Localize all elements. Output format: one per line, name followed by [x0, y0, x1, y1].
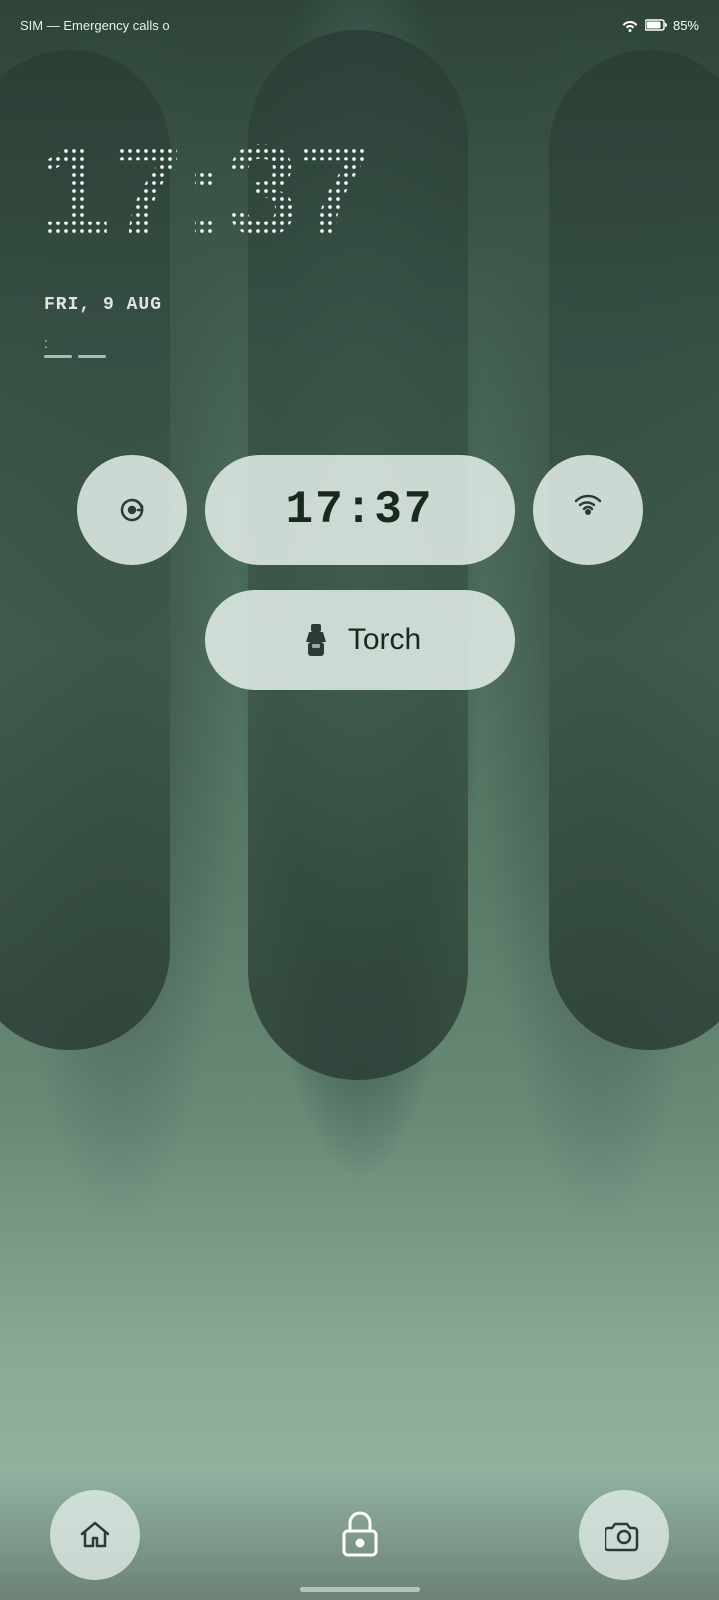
- wifi-icon: [621, 18, 639, 32]
- bottom-bar: [0, 1470, 719, 1600]
- notification-lines: [44, 355, 106, 358]
- home-button[interactable]: [50, 1490, 140, 1580]
- big-clock: 17:37: [38, 115, 371, 265]
- torch-button[interactable]: Torch: [205, 590, 515, 690]
- notif-line-2: [78, 355, 106, 358]
- broadcast-button[interactable]: [533, 455, 643, 565]
- home-icon: [77, 1517, 113, 1553]
- status-right: 85%: [621, 18, 699, 33]
- controls-row: 17:37: [0, 455, 719, 565]
- torch-label: Torch: [348, 623, 421, 657]
- battery-percent: 85%: [673, 18, 699, 33]
- battery-icon: [645, 18, 667, 32]
- flashlight-icon: [298, 622, 334, 658]
- notification-dots: :: [44, 335, 48, 351]
- broadcast-icon: [566, 488, 610, 532]
- sim-status: SIM — Emergency calls o: [20, 18, 170, 33]
- home-indicator: [300, 1587, 420, 1592]
- pill-clock-time: 17:37: [285, 484, 433, 536]
- notif-line-1: [44, 355, 72, 358]
- lock-center[interactable]: [338, 1509, 382, 1561]
- torch-row: Torch: [0, 590, 719, 690]
- camera-icon: [605, 1518, 643, 1552]
- status-bar: SIM — Emergency calls o 85%: [0, 0, 719, 50]
- rotate-button[interactable]: [77, 455, 187, 565]
- lock-icon: [338, 1509, 382, 1561]
- camera-button[interactable]: [579, 1490, 669, 1580]
- date-display: FRI, 9 AUG: [44, 295, 162, 315]
- pill-clock-button[interactable]: 17:37: [205, 455, 515, 565]
- rotate-icon: [110, 488, 154, 532]
